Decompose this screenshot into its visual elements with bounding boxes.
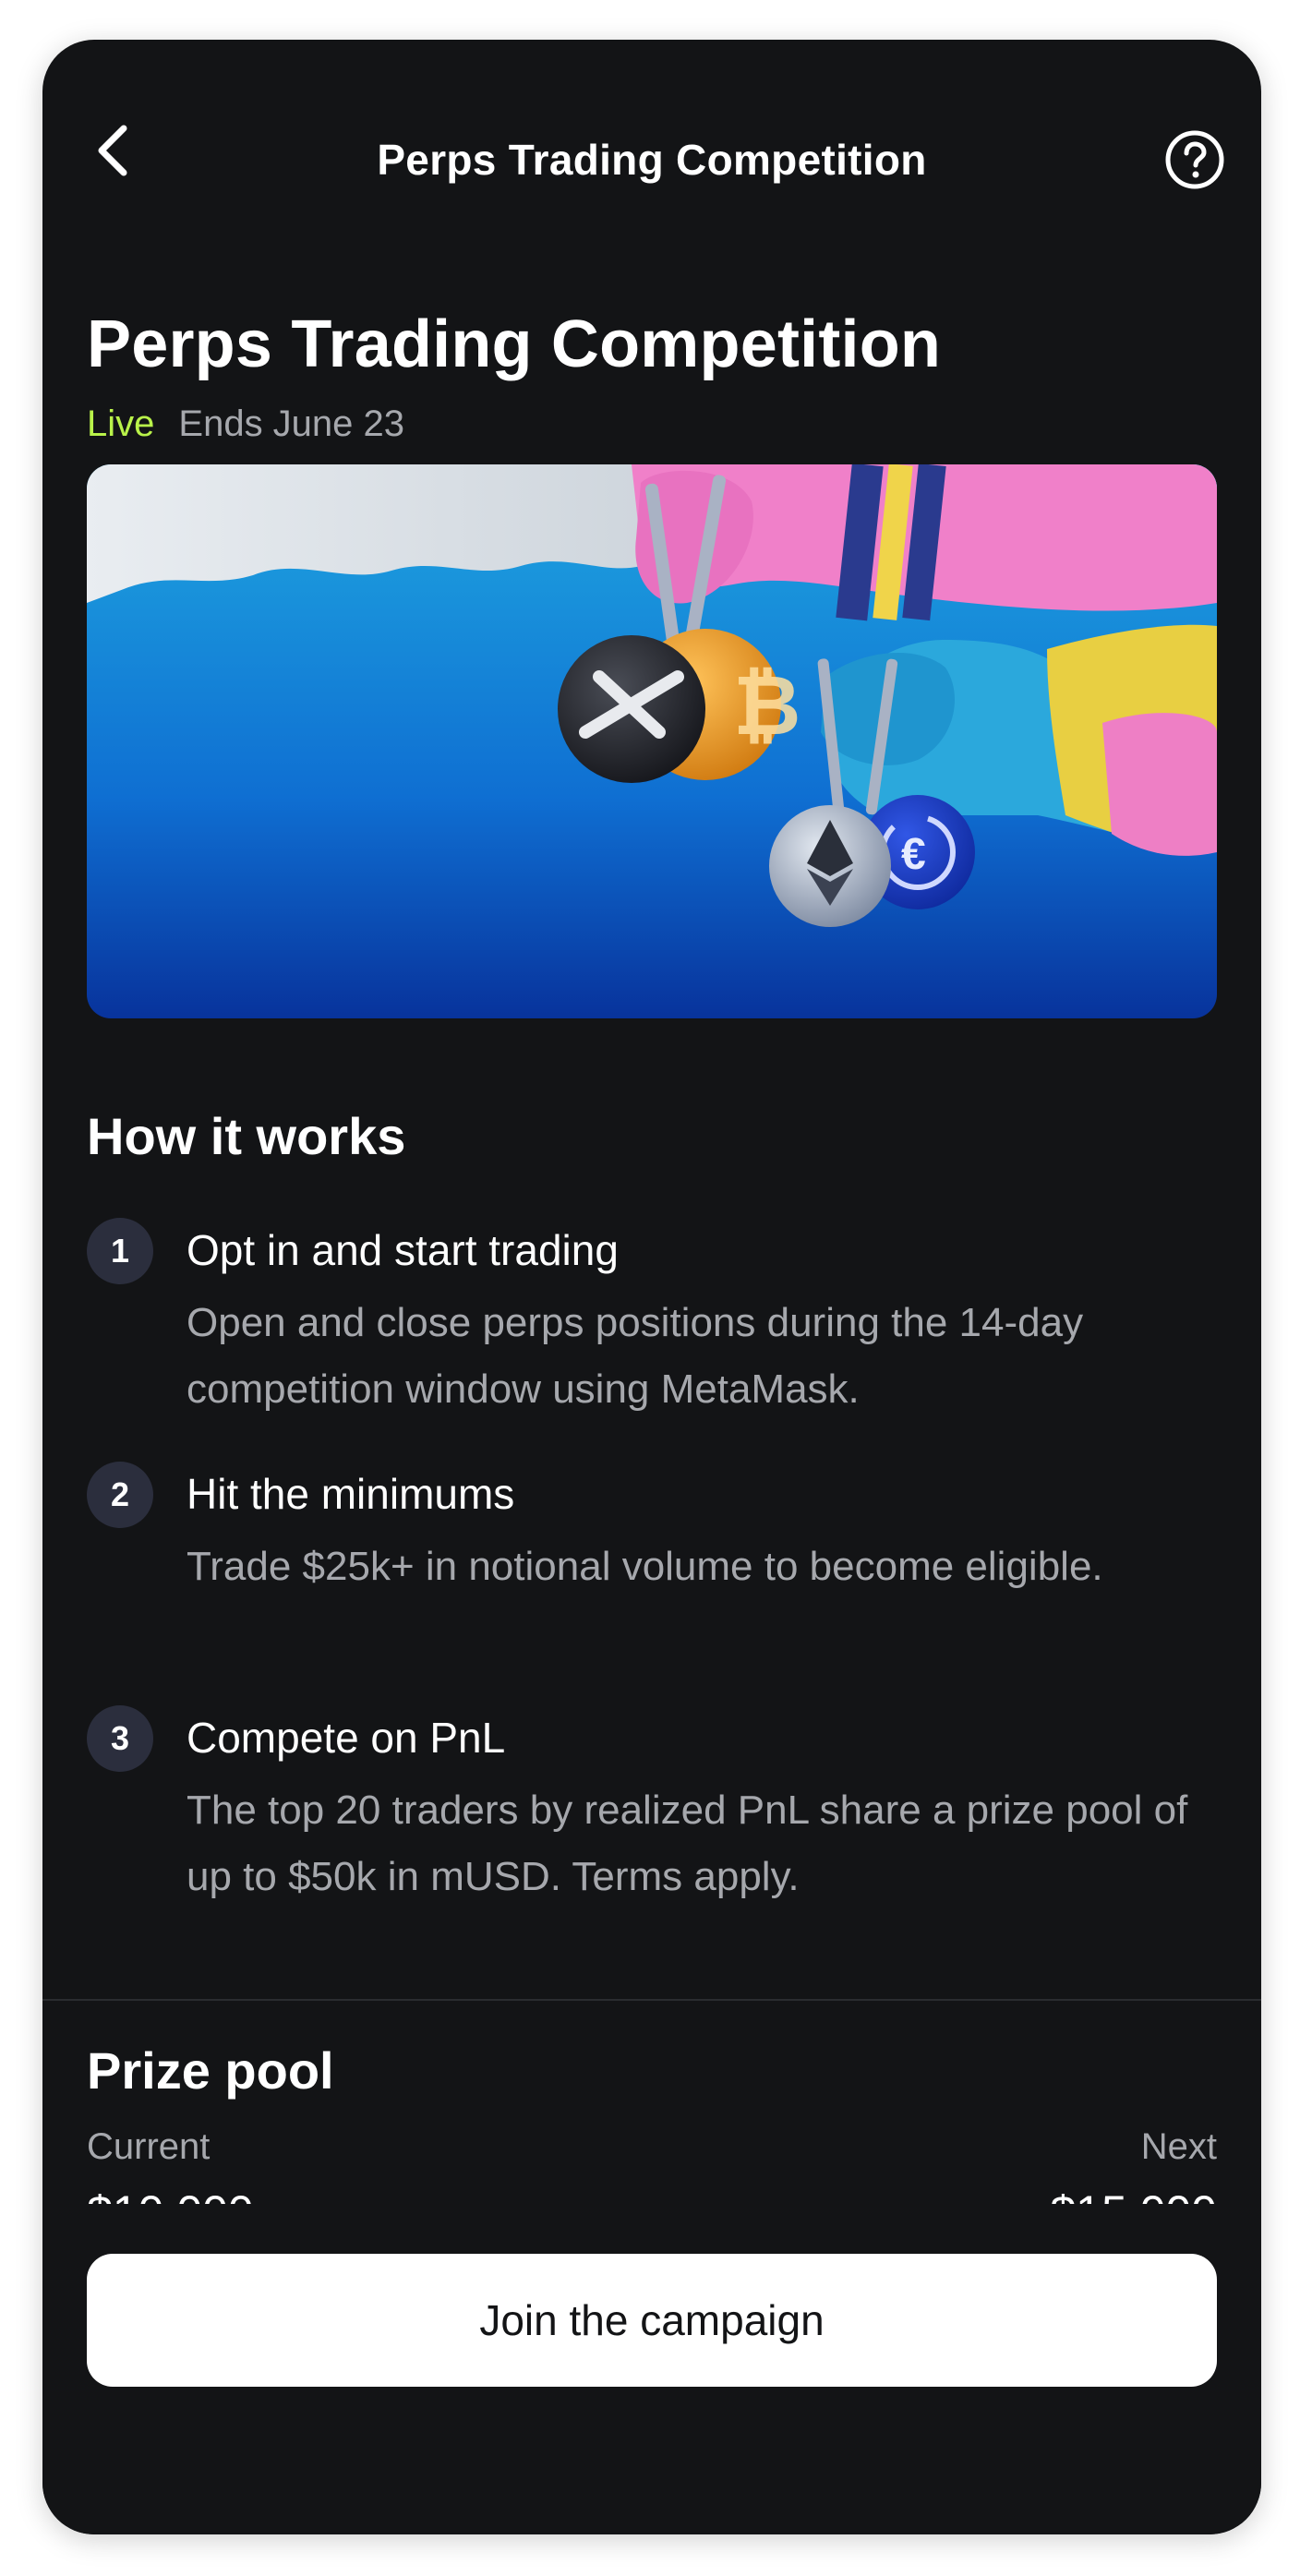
join-campaign-button[interactable]: Join the campaign [87,2254,1217,2387]
prize-next-label: Next [1140,2126,1217,2167]
prize-next-value: $15,000 [1050,2189,1217,2204]
prize-pool-title: Prize pool [87,2041,334,2100]
app-screen: Perps Trading Competition Perps Trading … [42,40,1261,2534]
prize-current-value: $10,000 [87,2189,254,2204]
prize-pool-section: Prize pool Current Next $10,000 $15,000 [42,40,1261,2205]
prize-current-label: Current [87,2126,211,2167]
